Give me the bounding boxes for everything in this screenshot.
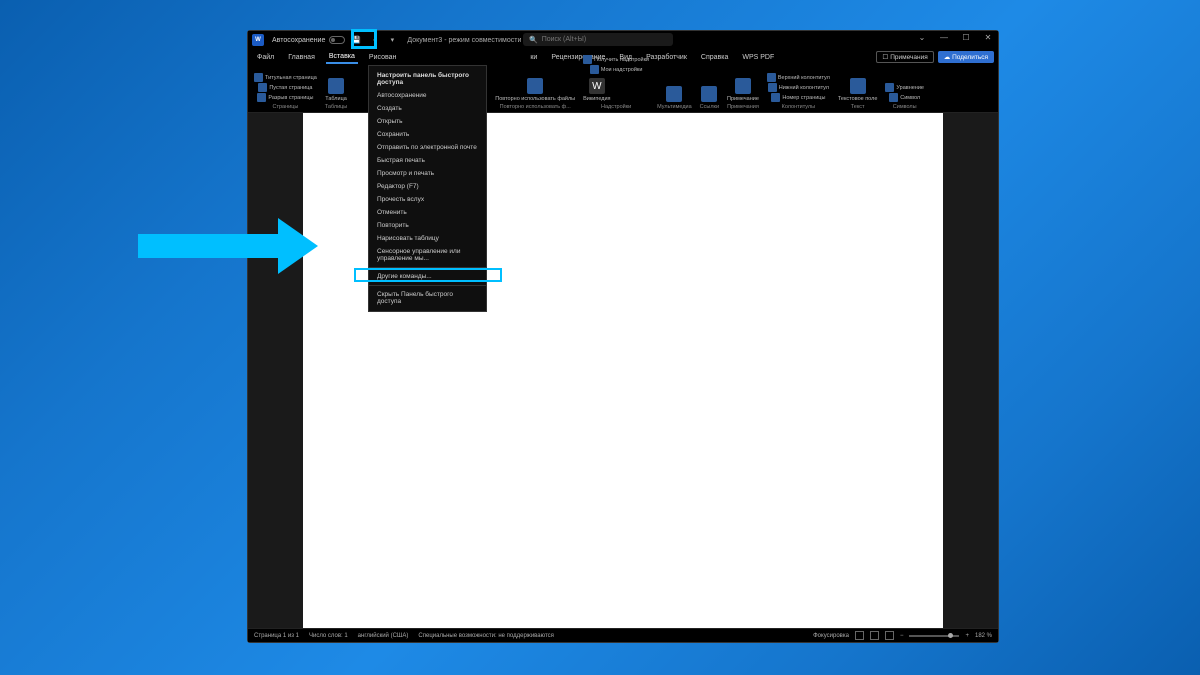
group-comments: Примечание Примечания <box>727 67 759 110</box>
close-button[interactable]: ✕ <box>982 33 994 42</box>
footer-button[interactable]: Нижний колонтитул <box>768 83 829 92</box>
dd-item-more-commands[interactable]: Другие команды... <box>369 270 486 283</box>
zoom-slider[interactable] <box>909 635 959 637</box>
dd-item-drawtable[interactable]: Нарисовать таблицу <box>369 232 486 245</box>
status-words[interactable]: Число слов: 1 <box>309 633 348 639</box>
dropdown-header: Настроить панель быстрого доступа <box>369 69 486 89</box>
reuse-files-button[interactable]: Повторно использовать файлы <box>495 78 575 102</box>
search-box[interactable]: 🔍 Поиск (Alt+Ы) <box>523 33 673 46</box>
dd-item-autosave[interactable]: Автосохранение <box>369 89 486 102</box>
dropdown-separator <box>369 267 486 268</box>
annotation-arrow-head <box>278 218 318 274</box>
qat-dropdown-button[interactable]: ▾ <box>385 33 399 47</box>
dd-item-touchmouse[interactable]: Сенсорное управление или управление мы..… <box>369 245 486 265</box>
tab-partial[interactable]: ки <box>527 52 540 63</box>
tab-wpspdf[interactable]: WPS PDF <box>739 52 777 63</box>
word-app-icon: W <box>252 34 264 46</box>
group-header-footer: Верхний колонтитул Нижний колонтитул Ном… <box>767 67 830 110</box>
group-reuse: Повторно использовать файлы Повторно исп… <box>495 67 575 110</box>
view-web-button[interactable] <box>885 631 894 640</box>
dd-item-readaloud[interactable]: Прочесть вслух <box>369 193 486 206</box>
cover-page-button[interactable]: Титульная страница <box>254 73 317 82</box>
zoom-level[interactable]: 182 % <box>975 633 992 639</box>
dd-item-email[interactable]: Отправить по электронной почте <box>369 141 486 154</box>
dd-item-new[interactable]: Создать <box>369 102 486 115</box>
ribbon-options-icon[interactable]: ⌄ <box>916 33 928 42</box>
tab-developer[interactable]: Разработчик <box>643 52 690 63</box>
links-button[interactable] <box>701 86 717 102</box>
group-text: Текстовое поле Текст <box>838 67 878 110</box>
focus-mode-button[interactable]: Фокусировка <box>813 633 849 639</box>
autosave-label: Автосохранение <box>272 37 325 44</box>
comments-button[interactable]: ☐ Примечания <box>876 51 933 63</box>
maximize-button[interactable]: ☐ <box>960 33 972 42</box>
comment-button[interactable]: Примечание <box>727 78 759 102</box>
dd-item-hide-qat[interactable]: Скрыть Панель быстрого доступа <box>369 288 486 308</box>
dd-item-save[interactable]: Сохранить <box>369 128 486 141</box>
statusbar: Страница 1 из 1 Число слов: 1 английский… <box>248 628 998 642</box>
dd-item-quickprint[interactable]: Быстрая печать <box>369 154 486 167</box>
dropdown-separator-2 <box>369 285 486 286</box>
group-media: Мультимедиа <box>657 67 692 110</box>
dd-item-redo[interactable]: Повторить <box>369 219 486 232</box>
tab-draw[interactable]: Рисован <box>366 52 399 63</box>
dd-item-undo[interactable]: Отменить <box>369 206 486 219</box>
status-lang[interactable]: английский (США) <box>358 633 409 639</box>
search-icon: 🔍 <box>529 36 538 44</box>
autosave-toggle[interactable] <box>329 36 345 44</box>
group-links: Ссылки <box>700 67 719 110</box>
ribbon: Титульная страница Пустая страница Разры… <box>248 65 998 113</box>
media-button[interactable] <box>666 86 682 102</box>
tab-insert[interactable]: Вставка <box>326 51 358 64</box>
tab-help[interactable]: Справка <box>698 52 731 63</box>
page-number-button[interactable]: Номер страницы <box>771 93 825 102</box>
view-read-button[interactable] <box>855 631 864 640</box>
titlebar: W Автосохранение 💾 ▫ ▾ Документ3 - режим… <box>248 31 998 49</box>
textbox-button[interactable]: Текстовое поле <box>838 78 878 102</box>
annotation-highlight-qat <box>351 29 377 49</box>
document-area[interactable] <box>248 113 998 628</box>
status-accessibility[interactable]: Специальные возможности: не поддерживают… <box>418 633 554 639</box>
my-addins-button[interactable]: Мои надстройки <box>590 65 643 74</box>
qat-customize-dropdown: Настроить панель быстрого доступа Автосо… <box>368 65 487 312</box>
view-print-button[interactable] <box>870 631 879 640</box>
dd-item-printpreview[interactable]: Просмотр и печать <box>369 167 486 180</box>
group-pages: Титульная страница Пустая страница Разры… <box>254 67 317 110</box>
minimize-button[interactable]: — <box>938 33 950 42</box>
tab-home[interactable]: Главная <box>285 52 318 63</box>
header-button[interactable]: Верхний колонтитул <box>767 73 830 82</box>
wikipedia-button[interactable]: WВикипедия <box>583 78 610 102</box>
annotation-arrow-body <box>138 234 278 258</box>
table-button[interactable]: Таблица <box>325 78 347 102</box>
status-page[interactable]: Страница 1 из 1 <box>254 633 299 639</box>
word-window: W Автосохранение 💾 ▫ ▾ Документ3 - режим… <box>247 30 999 643</box>
page-break-button[interactable]: Разрыв страницы <box>257 93 313 102</box>
group-symbols: Уравнение Символ Символы <box>885 67 924 110</box>
group-addins: Получить надстройки Мои надстройки WВики… <box>583 67 649 110</box>
search-placeholder: Поиск (Alt+Ы) <box>542 36 586 43</box>
tab-file[interactable]: Файл <box>254 52 277 63</box>
dd-item-editor[interactable]: Редактор (F7) <box>369 180 486 193</box>
symbol-button[interactable]: Символ <box>889 93 920 102</box>
blank-page-button[interactable]: Пустая страница <box>258 83 312 92</box>
share-button[interactable]: ☁ Поделиться <box>938 51 994 63</box>
dd-item-open[interactable]: Открыть <box>369 115 486 128</box>
zoom-out-button[interactable]: − <box>900 633 904 639</box>
group-tables: Таблица Таблицы <box>325 67 347 110</box>
get-addins-button[interactable]: Получить надстройки <box>583 55 649 64</box>
zoom-in-button[interactable]: + <box>965 633 969 639</box>
equation-button[interactable]: Уравнение <box>885 83 924 92</box>
